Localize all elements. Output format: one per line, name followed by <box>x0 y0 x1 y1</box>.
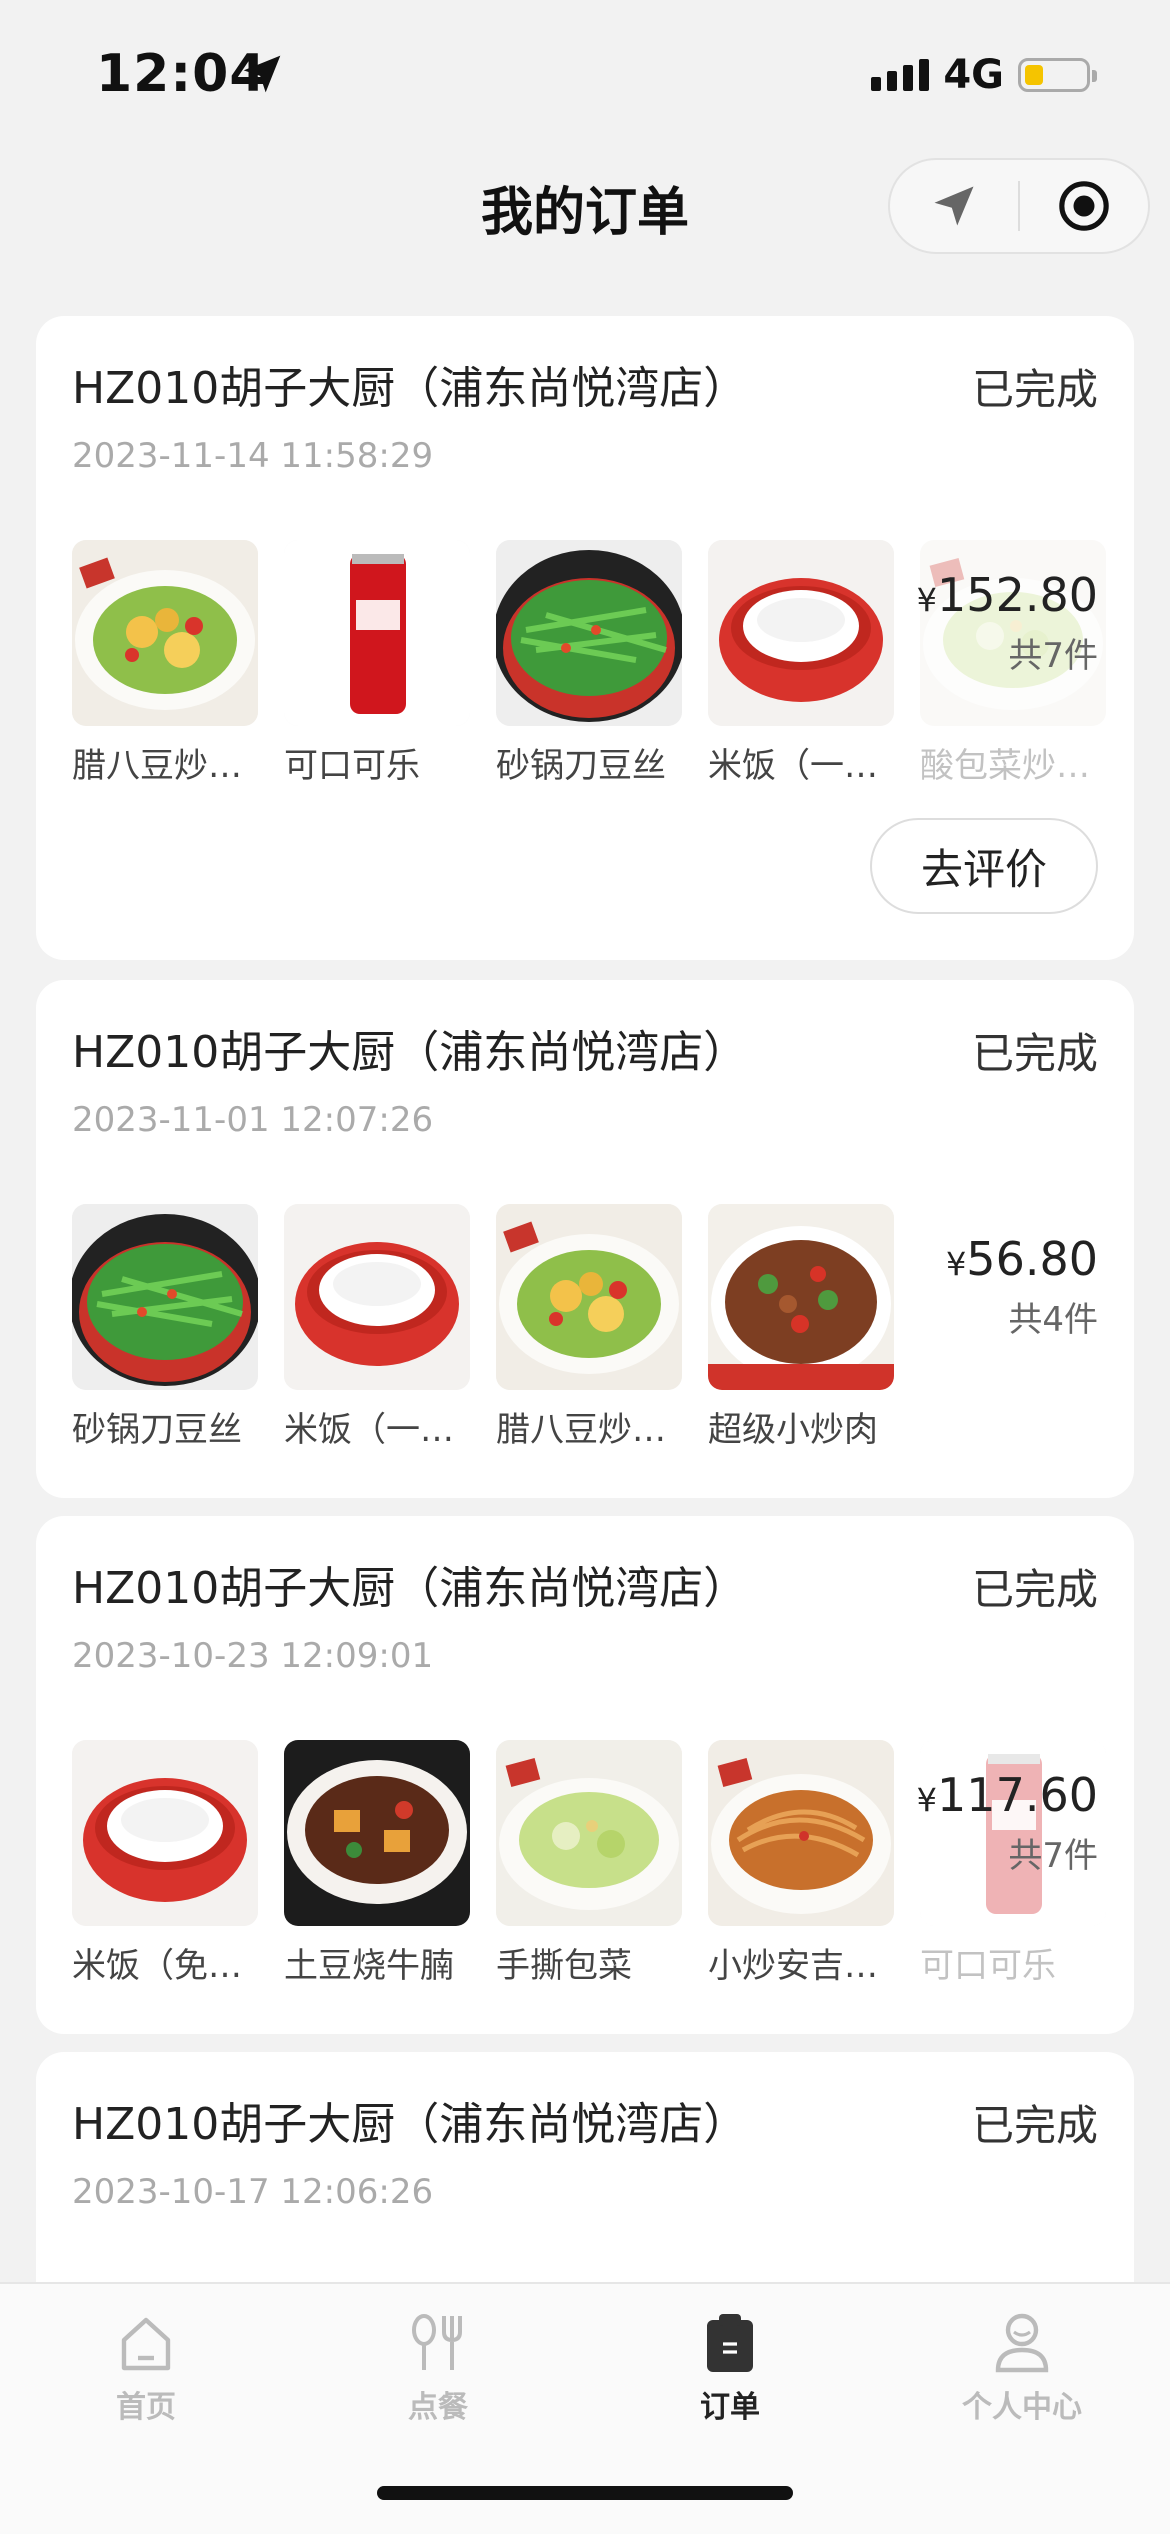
item-name: 腊八豆炒… <box>496 1410 666 1450</box>
order-price: ¥152.80 <box>916 568 1098 622</box>
item-name: 超级小炒肉 <box>708 1410 878 1450</box>
order-item: 米饭（一… <box>708 540 894 787</box>
order-date: 2023-11-14 11:58:29 <box>72 436 434 476</box>
order-item: 超级小炒肉 <box>708 1204 894 1451</box>
order-price: ¥117.60 <box>916 1768 1098 1822</box>
item-name: 米饭（一… <box>708 746 878 786</box>
order-status: 已完成 <box>971 2101 1098 2150</box>
item-name: 小炒安吉… <box>708 1946 878 1986</box>
item-name: 酸包菜炒… <box>920 746 1090 786</box>
tab-label: 首页 <box>116 2390 176 2425</box>
tab-orders[interactable]: 订单 <box>630 2304 830 2426</box>
order-card[interactable]: HZ010胡子大厨（浦东尚悦湾店） 已完成 2023-11-14 11:58:2… <box>36 316 1134 960</box>
beef-potato-icon <box>284 1740 470 1926</box>
order-item: 腊八豆炒… <box>72 540 258 787</box>
order-item: 砂锅刀豆丝 <box>496 540 682 787</box>
tab-label: 个人中心 <box>962 2390 1082 2425</box>
order-price: ¥56.80 <box>945 1232 1098 1286</box>
status-bar: 12:04 4G <box>0 0 1170 140</box>
order-items: 砂锅刀豆丝 米饭（一… 腊八豆炒… 超级小炒肉 <box>72 1204 1098 1464</box>
tab-label: 点餐 <box>408 2390 468 2425</box>
target-icon[interactable] <box>1020 160 1148 252</box>
shop-name: HZ010胡子大厨（浦东尚悦湾店） <box>72 1563 748 1614</box>
battery-icon <box>1018 58 1097 92</box>
person-icon <box>922 2304 1122 2374</box>
item-name: 米饭（免… <box>72 1946 242 1986</box>
clipboard-icon <box>630 2304 830 2374</box>
order-status: 已完成 <box>971 1565 1098 1614</box>
order-item: 腊八豆炒… <box>496 1204 682 1451</box>
item-name: 手撕包菜 <box>496 1946 632 1986</box>
location-arrow-icon[interactable] <box>890 160 1018 252</box>
rice-bowl-icon <box>708 540 894 726</box>
order-summary: ¥56.80 共4件 <box>946 1232 1098 1341</box>
signal-icon <box>871 59 930 91</box>
item-count: 共7件 <box>1008 1836 1098 1876</box>
order-summary: ¥117.60 共7件 <box>917 1768 1098 1877</box>
tab-home[interactable]: 首页 <box>46 2304 246 2426</box>
mini-program-capsule <box>888 158 1150 254</box>
order-item: 砂锅刀豆丝 <box>72 1204 258 1451</box>
order-summary: ¥152.80 共7件 <box>917 568 1098 677</box>
order-card[interactable]: HZ010胡子大厨（浦东尚悦湾店） 已完成 2023-11-01 12:07:2… <box>36 980 1134 1498</box>
rice-bowl-icon <box>72 1740 258 1926</box>
cola-can-icon <box>284 540 470 726</box>
review-button[interactable]: 去评价 <box>870 818 1098 914</box>
cabbage-dish-icon <box>496 1740 682 1926</box>
item-name: 腊八豆炒… <box>72 746 242 786</box>
home-indicator[interactable] <box>377 2486 793 2500</box>
shop-name: HZ010胡子大厨（浦东尚悦湾店） <box>72 1027 748 1078</box>
green-bean-pot-icon <box>496 540 682 726</box>
shop-name: HZ010胡子大厨（浦东尚悦湾店） <box>72 2099 748 2150</box>
order-status: 已完成 <box>971 1029 1098 1078</box>
order-status: 已完成 <box>971 365 1098 414</box>
location-arrow-icon <box>240 52 284 100</box>
tab-order-food[interactable]: 点餐 <box>338 2304 538 2426</box>
utensils-icon <box>338 2304 538 2374</box>
rice-bowl-icon <box>284 1204 470 1390</box>
order-item: 土豆烧牛腩 <box>284 1740 470 1987</box>
item-name: 土豆烧牛腩 <box>284 1946 454 1986</box>
egg-bean-dish-icon <box>496 1204 682 1390</box>
item-count: 共4件 <box>1008 1300 1098 1340</box>
item-name: 砂锅刀豆丝 <box>72 1410 242 1450</box>
item-name: 砂锅刀豆丝 <box>496 746 666 786</box>
stir-fry-pork-icon <box>708 1204 894 1390</box>
network-type: 4G <box>943 52 1004 98</box>
item-count: 共7件 <box>1008 636 1098 676</box>
order-item: 小炒安吉… <box>708 1740 894 1987</box>
item-name: 可口可乐 <box>920 1946 1056 1986</box>
order-item: 手撕包菜 <box>496 1740 682 1987</box>
order-card[interactable]: HZ010胡子大厨（浦东尚悦湾店） 已完成 2023-10-23 12:09:0… <box>36 1516 1134 2034</box>
shop-name: HZ010胡子大厨（浦东尚悦湾店） <box>72 363 748 414</box>
order-item: 米饭（免… <box>72 1740 258 1987</box>
green-bean-pot-icon <box>72 1204 258 1390</box>
order-date: 2023-10-17 12:06:26 <box>72 2172 434 2212</box>
tab-profile[interactable]: 个人中心 <box>922 2304 1122 2426</box>
order-item: 米饭（一… <box>284 1204 470 1451</box>
item-name: 可口可乐 <box>284 746 420 786</box>
order-date: 2023-10-23 12:09:01 <box>72 1636 434 1676</box>
order-item: 可口可乐 <box>284 540 470 787</box>
item-name: 米饭（一… <box>284 1410 454 1450</box>
egg-bean-dish-icon <box>72 540 258 726</box>
noodle-dish-icon <box>708 1740 894 1926</box>
home-icon <box>46 2304 246 2374</box>
tab-label: 订单 <box>700 2390 760 2425</box>
order-date: 2023-11-01 12:07:26 <box>72 1100 434 1140</box>
